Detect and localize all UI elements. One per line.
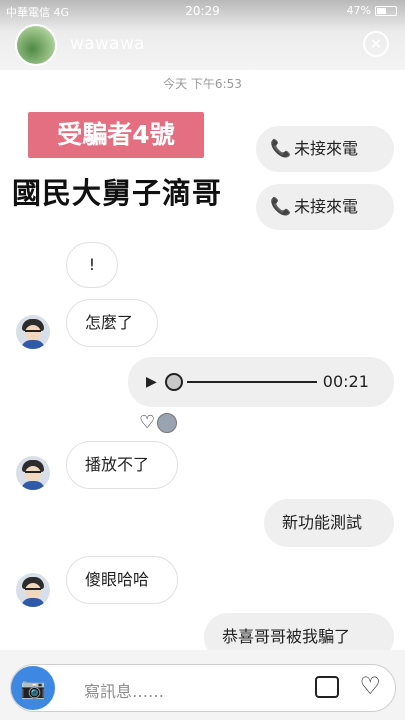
sticker-tag: 受騙者4號: [28, 112, 204, 158]
play-icon[interactable]: ▶: [146, 371, 157, 393]
voice-duration: 00:21: [322, 372, 369, 391]
date-separator: 今天 下午6:53: [163, 77, 242, 91]
reactor-avatar: [157, 412, 178, 433]
missed-call-label: 未接來電: [294, 139, 359, 158]
voice-message-bubble[interactable]: ▶ 00:21: [128, 357, 394, 407]
status-right: 47%: [347, 4, 397, 17]
camera-icon[interactable]: 📷: [11, 666, 55, 710]
clock: 20:29: [185, 4, 220, 18]
message-bubble-incoming[interactable]: 怎麼了: [66, 299, 158, 347]
battery-icon: [375, 5, 397, 16]
missed-call-label: 未接來電: [294, 197, 359, 216]
like-heart-icon[interactable]: ♡: [359, 672, 381, 700]
message-input[interactable]: 寫訊息……: [84, 678, 164, 702]
header-username[interactable]: wawawa: [70, 34, 145, 54]
message-bubble-incoming[interactable]: 播放不了: [66, 441, 178, 489]
sender-avatar[interactable]: [16, 573, 50, 607]
message-bubble-incoming[interactable]: !: [66, 242, 118, 288]
sender-avatar[interactable]: [16, 315, 50, 349]
message-bubble-outgoing[interactable]: 新功能測試: [264, 499, 394, 547]
status-bar: 中華電信 4G 20:29 47%: [0, 4, 405, 20]
phone-icon: 📞: [270, 139, 292, 159]
gallery-icon[interactable]: [315, 676, 339, 698]
audio-track[interactable]: [186, 381, 317, 383]
missed-call-bubble[interactable]: 📞 未接來電: [256, 184, 394, 230]
scrubber-knob[interactable]: [164, 373, 183, 391]
sticker-title: 國民大舅子滴哥: [12, 176, 223, 210]
phone-icon: 📞: [270, 197, 292, 217]
heart-icon: ♡: [139, 412, 156, 433]
close-icon[interactable]: ✕: [363, 31, 389, 57]
sender-avatar[interactable]: [16, 456, 50, 490]
header-avatar[interactable]: [15, 24, 57, 66]
reactions[interactable]: ♡: [139, 412, 178, 433]
missed-call-bubble[interactable]: 📞 未接來電: [256, 126, 394, 172]
message-bubble-incoming[interactable]: 傻眼哈哈: [66, 556, 178, 604]
battery-percent: 47%: [346, 4, 371, 17]
